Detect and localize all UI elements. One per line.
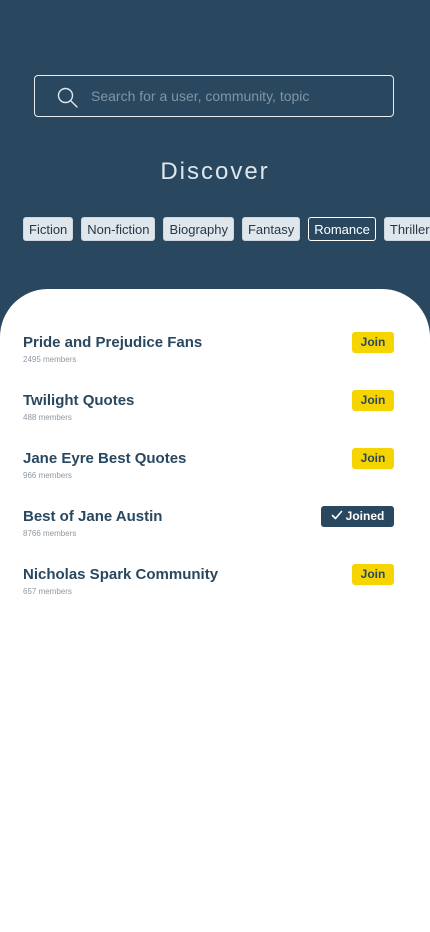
community-name[interactable]: Nicholas Spark Community bbox=[23, 566, 218, 583]
member-count: 966 members bbox=[23, 471, 72, 480]
list-item[interactable]: Nicholas Spark Community 657 members Joi… bbox=[0, 564, 430, 622]
join-button[interactable]: Join bbox=[352, 564, 394, 585]
member-count: 8766 members bbox=[23, 529, 77, 538]
community-name[interactable]: Jane Eyre Best Quotes bbox=[23, 450, 186, 467]
joined-button[interactable]: Joined bbox=[321, 506, 394, 527]
list-item[interactable]: Pride and Prejudice Fans 2495 members Jo… bbox=[0, 332, 430, 390]
search-icon[interactable] bbox=[57, 87, 79, 109]
list-item[interactable]: Best of Jane Austin 8766 members Joined bbox=[0, 506, 430, 564]
tag-biography[interactable]: Biography bbox=[163, 217, 234, 241]
join-button[interactable]: Join bbox=[352, 332, 394, 353]
joined-label: Joined bbox=[345, 509, 385, 523]
community-panel: Pride and Prejudice Fans 2495 members Jo… bbox=[0, 289, 430, 932]
check-icon bbox=[331, 507, 343, 520]
search-input[interactable] bbox=[91, 84, 381, 108]
list-item[interactable]: Jane Eyre Best Quotes 966 members Join bbox=[0, 448, 430, 506]
page-title: Discover bbox=[160, 158, 270, 185]
list-item[interactable]: Twilight Quotes 488 members Join bbox=[0, 390, 430, 448]
tag-romance[interactable]: Romance bbox=[308, 217, 376, 241]
member-count: 657 members bbox=[23, 587, 72, 596]
community-name[interactable]: Pride and Prejudice Fans bbox=[23, 334, 202, 351]
community-name[interactable]: Twilight Quotes bbox=[23, 392, 134, 409]
join-button[interactable]: Join bbox=[352, 448, 394, 469]
tag-non-fiction[interactable]: Non-fiction bbox=[81, 217, 156, 241]
search-bar[interactable] bbox=[34, 75, 394, 117]
tag-thriller[interactable]: Thriller bbox=[383, 217, 430, 241]
genre-tag-row: Fiction Non-fiction Biography Fantasy Ro… bbox=[23, 217, 430, 241]
tag-fantasy[interactable]: Fantasy bbox=[241, 217, 301, 241]
member-count: 488 members bbox=[23, 413, 72, 422]
member-count: 2495 members bbox=[23, 355, 77, 364]
join-button[interactable]: Join bbox=[352, 390, 394, 411]
community-name[interactable]: Best of Jane Austin bbox=[23, 508, 162, 525]
community-list: Pride and Prejudice Fans 2495 members Jo… bbox=[0, 332, 430, 622]
tag-fiction[interactable]: Fiction bbox=[23, 217, 74, 241]
